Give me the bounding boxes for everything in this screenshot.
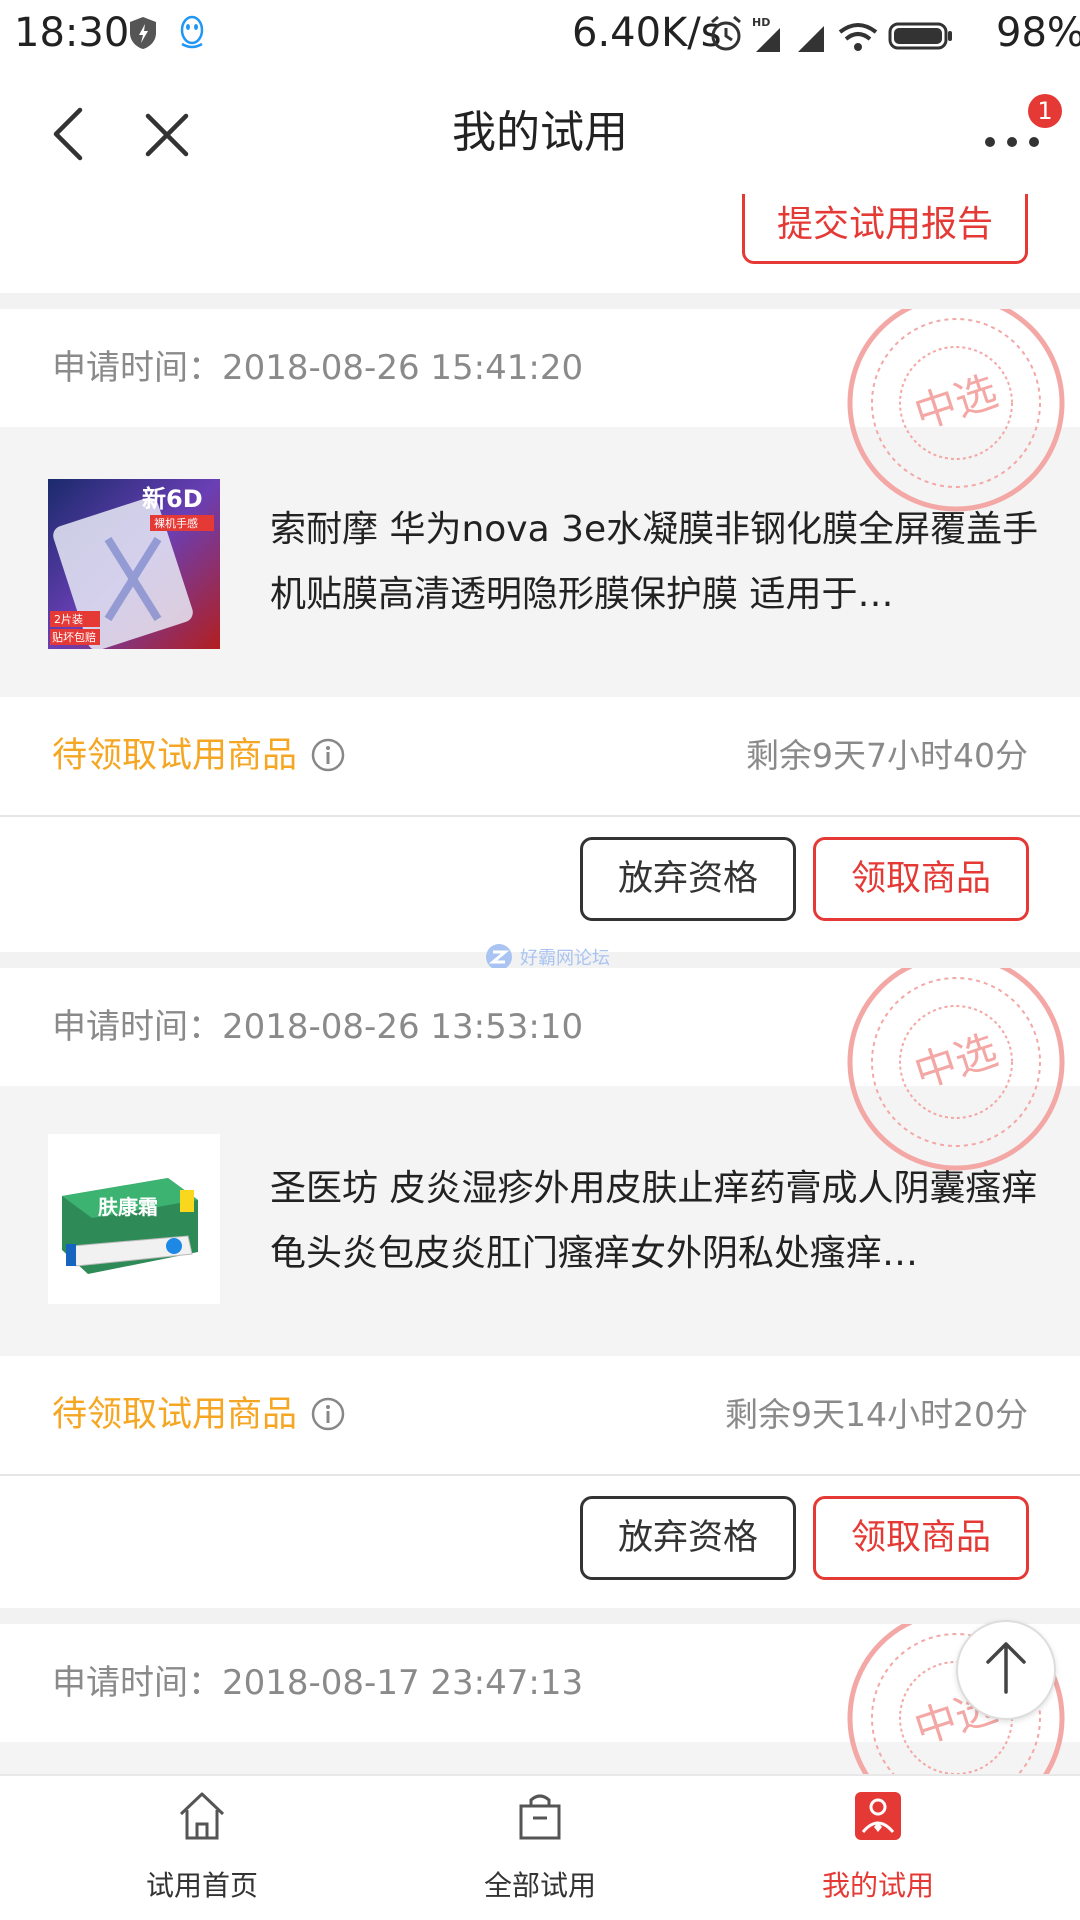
submit-report-button[interactable]: 提交试用报告 xyxy=(742,194,1028,264)
trial-card: 申请时间：2018-08-26 15:41:20 新6D 裸机手感 2片装 贴坏… xyxy=(0,309,1080,952)
selected-stamp-icon: 中选 xyxy=(847,968,1065,1171)
arrow-up-icon xyxy=(986,1642,1026,1694)
svg-text:HD: HD xyxy=(752,16,770,29)
watermark-text: 好霸网论坛 xyxy=(520,948,610,969)
abandon-button[interactable]: 放弃资格 xyxy=(580,837,796,921)
card-actions: 放弃资格 领取商品 xyxy=(0,817,1080,937)
tab-home[interactable]: 试用首页 xyxy=(22,1776,382,1920)
tab-bar: 试用首页 全部试用 我的试用 xyxy=(0,1774,1080,1920)
info-icon[interactable] xyxy=(310,737,346,773)
bag-icon xyxy=(519,1794,561,1840)
product-thumbnail: 新6D 裸机手感 2片装 贴坏包赔 xyxy=(48,479,220,649)
previous-card-actions: 提交试用报告 xyxy=(0,194,1080,293)
signal-icon xyxy=(798,26,824,52)
home-icon xyxy=(179,1792,225,1840)
remaining-time: 剩余9天7小时40分 xyxy=(746,736,1028,775)
alarm-icon xyxy=(711,15,741,51)
separator xyxy=(0,1608,1080,1624)
tab-my-trials[interactable]: 我的试用 xyxy=(698,1776,1058,1920)
apply-time: 申请时间：2018-08-26 13:53:10 xyxy=(52,1007,584,1047)
remaining-time: 剩余9天14小时20分 xyxy=(725,1395,1028,1434)
status-label: 待领取试用商品 xyxy=(52,736,298,776)
screen: 18:30 6.40K/s HD 98% 我的试用 1 提交试用报告 申请时间：… xyxy=(0,0,1080,1920)
card-actions: 放弃资格 领取商品 xyxy=(0,1476,1080,1596)
trial-card: 申请时间：2018-08-26 13:53:10 肤康霜 圣医坊 皮炎湿疹外用皮… xyxy=(0,968,1080,1608)
my-trial-icon xyxy=(855,1792,901,1840)
nav-bar: 我的试用 xyxy=(0,68,1080,198)
info-icon[interactable] xyxy=(310,1396,346,1432)
thumb-sub-text: 裸机手感 xyxy=(154,516,198,530)
status-bar: 18:30 6.40K/s HD 98% xyxy=(0,0,1080,68)
status-row: 待领取试用商品 剩余9天7小时40分 xyxy=(0,697,1080,815)
claim-button[interactable]: 领取商品 xyxy=(813,1496,1029,1580)
abandon-button[interactable]: 放弃资格 xyxy=(580,1496,796,1580)
wifi-icon xyxy=(838,23,878,51)
stamp-text: 中选 xyxy=(908,366,1003,439)
close-icon[interactable] xyxy=(140,108,194,162)
battery-percent: 98% xyxy=(996,10,1080,56)
network-speed: 6.40K/s xyxy=(572,10,722,56)
product-thumbnail: 肤康霜 xyxy=(48,1134,220,1304)
battery-icon xyxy=(888,22,952,50)
selected-stamp-icon: 中选 xyxy=(847,309,1065,512)
shield-icon xyxy=(130,17,156,49)
apply-time: 申请时间：2018-08-26 15:41:20 xyxy=(52,348,584,388)
tab-label: 全部试用 xyxy=(483,1869,596,1902)
status-icons: HD xyxy=(711,15,952,52)
status-time: 18:30 xyxy=(14,10,130,56)
tab-label: 试用首页 xyxy=(145,1869,258,1902)
back-to-top-button[interactable] xyxy=(956,1620,1056,1720)
trial-card: 申请时间：2018-08-17 23:47:13 中选 xyxy=(0,1624,1080,1774)
notification-badge: 1 xyxy=(1028,94,1062,128)
separator xyxy=(0,293,1080,309)
tab-all-trials[interactable]: 全部试用 xyxy=(360,1776,720,1920)
stamp-text: 中选 xyxy=(908,1025,1003,1098)
thumb-note-text: 贴坏包赔 xyxy=(52,630,96,644)
tab-label: 我的试用 xyxy=(821,1869,934,1902)
qq-icon xyxy=(180,15,204,49)
thumb-main-text: 肤康霜 xyxy=(98,1195,158,1219)
status-label: 待领取试用商品 xyxy=(52,1395,298,1435)
hd-signal-icon: HD xyxy=(752,16,780,52)
thumb-main-text: 新6D xyxy=(142,485,203,513)
back-icon[interactable] xyxy=(44,104,94,164)
apply-time: 申请时间：2018-08-17 23:47:13 xyxy=(52,1663,584,1703)
status-row: 待领取试用商品 剩余9天14小时20分 xyxy=(0,1356,1080,1474)
claim-button[interactable]: 领取商品 xyxy=(813,837,1029,921)
thumb-pack-text: 2片装 xyxy=(54,613,83,626)
